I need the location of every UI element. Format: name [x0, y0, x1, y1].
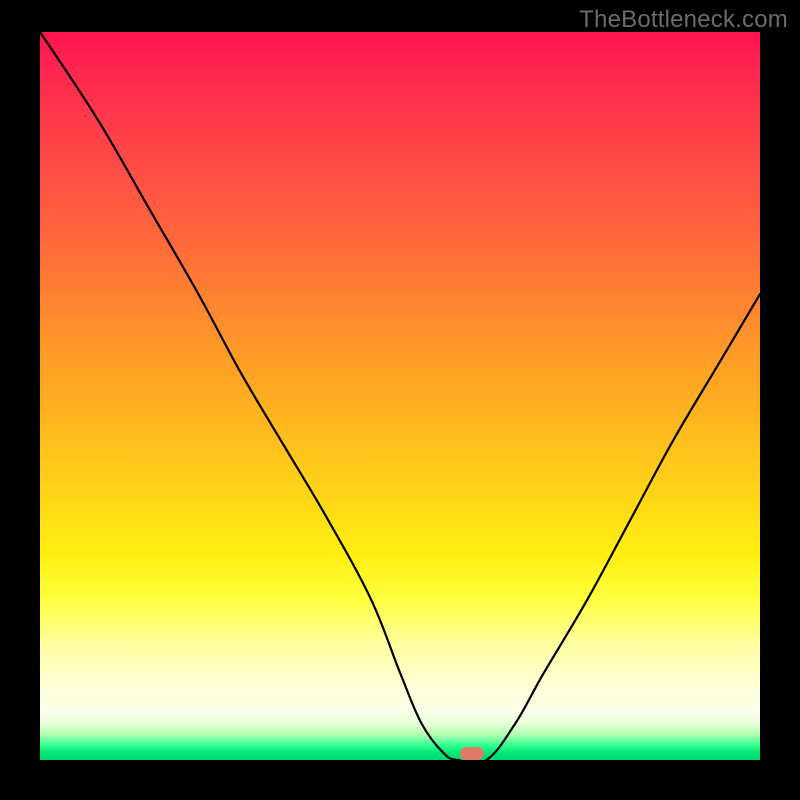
- plot-area: [40, 32, 760, 760]
- optimal-marker: [460, 747, 483, 760]
- bottleneck-curve: [40, 32, 760, 760]
- watermark-text: TheBottleneck.com: [579, 6, 788, 34]
- chart-frame: TheBottleneck.com: [0, 0, 800, 800]
